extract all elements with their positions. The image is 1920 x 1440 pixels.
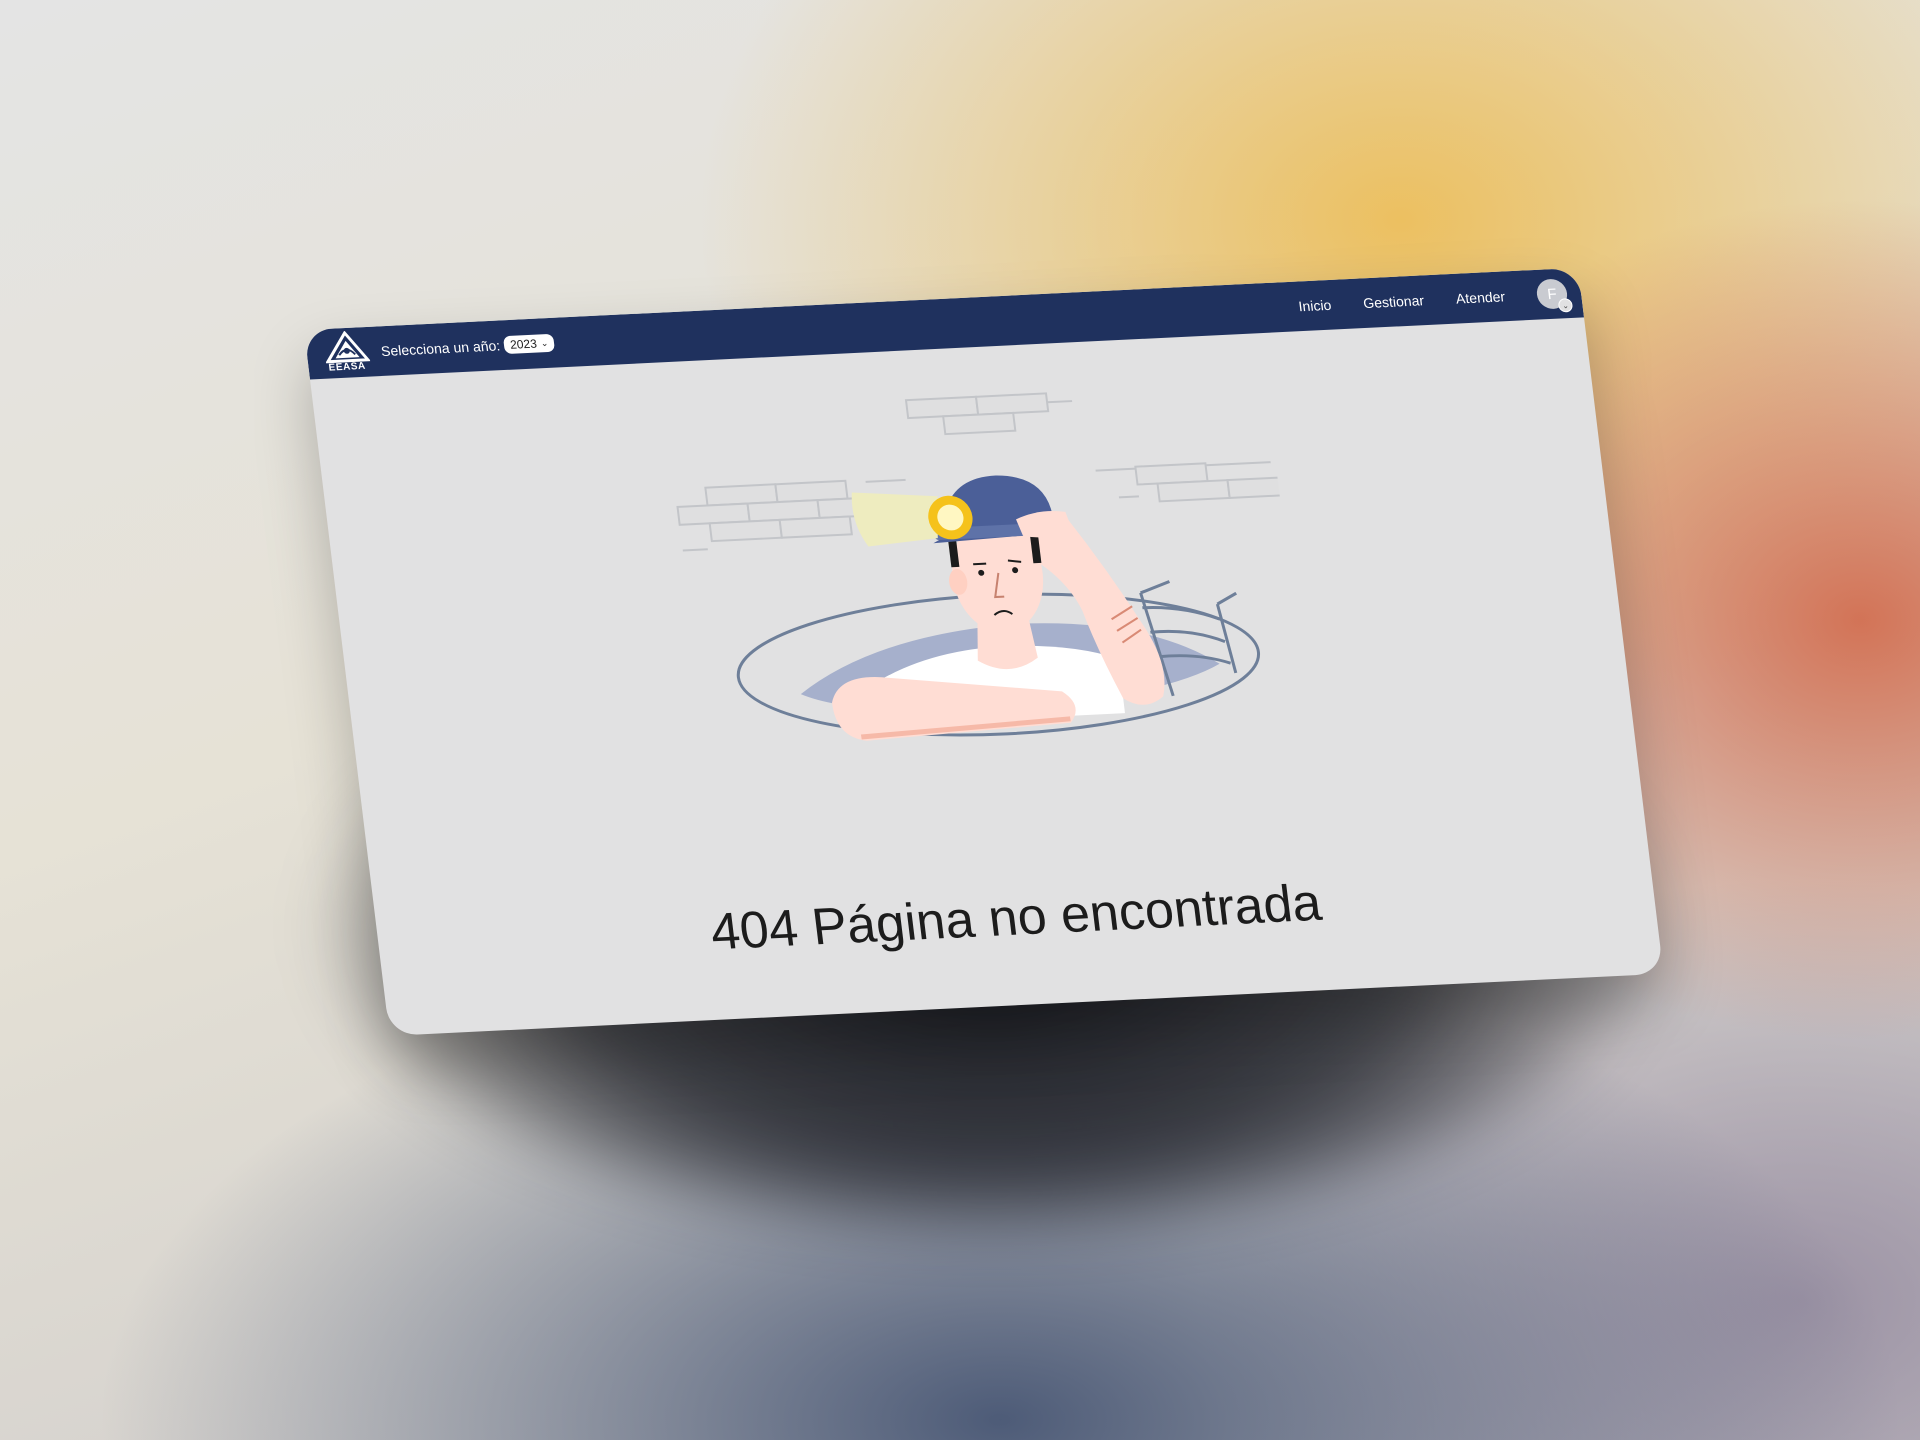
avatar-initial: F <box>1546 285 1558 303</box>
year-label: Selecciona un año: <box>380 337 502 360</box>
chevron-down-icon: ⌄ <box>540 337 549 348</box>
browser-window: EEASA Selecciona un año: 2023 ⌄ Inicio G… <box>304 267 1664 1036</box>
bricks-right <box>1095 461 1291 503</box>
eeasa-logo-icon <box>325 330 371 364</box>
user-avatar[interactable]: F ⌄ <box>1535 278 1574 313</box>
nav-links: Inicio Gestionar Atender F ⌄ <box>1297 278 1574 321</box>
nav-link-gestionar[interactable]: Gestionar <box>1362 292 1425 311</box>
top-navbar: EEASA Selecciona un año: 2023 ⌄ Inicio G… <box>304 267 1584 380</box>
nav-link-inicio[interactable]: Inicio <box>1298 297 1333 314</box>
error-title: 404 Página no encontrada <box>707 874 1325 962</box>
year-select[interactable]: 2023 ⌄ <box>503 333 556 355</box>
user-badge-icon: ⌄ <box>1557 298 1574 313</box>
nav-link-atender[interactable]: Atender <box>1455 288 1506 306</box>
bricks-top <box>904 392 1073 436</box>
miner-404-illustration <box>676 392 1291 741</box>
brand-logo[interactable]: EEASA <box>314 327 380 379</box>
year-select-value: 2023 <box>509 336 538 352</box>
logo-text: EEASA <box>328 360 367 374</box>
